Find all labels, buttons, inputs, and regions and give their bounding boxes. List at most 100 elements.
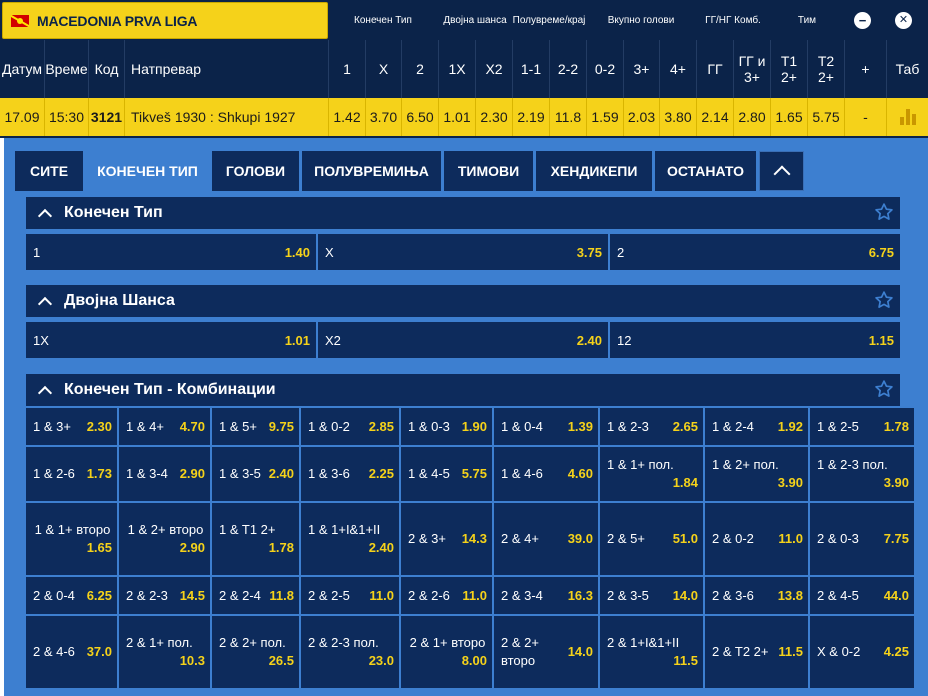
- section-combinations-header[interactable]: Конечен Тип - Комбинации: [26, 374, 900, 406]
- combo-bet-option[interactable]: 2 & 0-2 11.0: [705, 503, 808, 575]
- odd-t1-2plus[interactable]: 1.65: [770, 98, 807, 136]
- star-icon[interactable]: [874, 202, 894, 222]
- combo-bet-option[interactable]: 2 & 1+I&1+II 11.5: [600, 616, 703, 688]
- odd-0-2[interactable]: 1.59: [586, 98, 623, 136]
- tab-all[interactable]: СИТЕ: [15, 151, 83, 191]
- odd-t2-2plus[interactable]: 5.75: [807, 98, 844, 136]
- odd-x2[interactable]: 2.30: [475, 98, 512, 136]
- combo-bet-option[interactable]: 1 & 1+I&1+II 2.40: [301, 503, 399, 575]
- combo-bet-option[interactable]: 1 & 4-5 5.75: [401, 447, 492, 501]
- bet-label: 2 & 3-4: [501, 587, 543, 603]
- odd-1x[interactable]: 1.01: [438, 98, 475, 136]
- bet-odd: 11.5: [673, 653, 698, 668]
- combo-bet-option[interactable]: 1 & 0-3 1.90: [401, 408, 492, 445]
- combo-bet-option[interactable]: 2 & 2-3 14.5: [119, 577, 210, 614]
- combo-bet-option[interactable]: 2 & 2-3 пол. 23.0: [301, 616, 399, 688]
- bet-option[interactable]: 1 1.40: [26, 234, 316, 270]
- bet-odd: 1.78: [883, 418, 909, 434]
- combo-bet-option[interactable]: X & 0-2 4.25: [810, 616, 914, 688]
- combo-bet-option[interactable]: 1 & 1+ второ 1.65: [26, 503, 117, 575]
- combo-bet-option[interactable]: 2 & 5+ 51.0: [600, 503, 703, 575]
- bet-option[interactable]: X2 2.40: [318, 322, 608, 358]
- odd-2[interactable]: 6.50: [401, 98, 438, 136]
- star-icon[interactable]: [874, 290, 894, 310]
- stats-button[interactable]: [886, 98, 928, 136]
- combo-bet-option[interactable]: 1 & 5+ 9.75: [212, 408, 299, 445]
- combo-bet-option[interactable]: 2 & 0-4 6.25: [26, 577, 117, 614]
- bet-odd: 11.0: [778, 531, 803, 546]
- match-name[interactable]: Tikveš 1930 : Shkupi 1927: [124, 98, 328, 136]
- combo-bet-option[interactable]: 2 & 4-6 37.0: [26, 616, 117, 688]
- combo-bet-option[interactable]: 1 & 3+ 2.30: [26, 408, 117, 445]
- combo-bet-option[interactable]: 1 & 2+ второ 2.90: [119, 503, 210, 575]
- tab-handicaps[interactable]: ХЕНДИКЕПИ: [536, 151, 652, 191]
- combo-bet-option[interactable]: 1 & 1+ пол. 1.84: [600, 447, 703, 501]
- bet-option[interactable]: X 3.75: [318, 234, 608, 270]
- combo-bet-option[interactable]: 1 & 2-3 2.65: [600, 408, 703, 445]
- combo-bet-option[interactable]: 1 & 3-4 2.90: [119, 447, 210, 501]
- bet-odd: 7.75: [883, 531, 909, 546]
- odd-gg[interactable]: 2.14: [696, 98, 733, 136]
- odd-1-1[interactable]: 2.19: [512, 98, 549, 136]
- bet-option[interactable]: 12 1.15: [610, 322, 900, 358]
- combo-bet-option[interactable]: 2 & 2-5 11.0: [301, 577, 399, 614]
- bet-odd: 8.00: [461, 653, 487, 668]
- combo-bet-option[interactable]: 2 & 4+ 39.0: [494, 503, 598, 575]
- odd-3plus[interactable]: 2.03: [623, 98, 659, 136]
- combo-bet-option[interactable]: 2 & 2-4 11.8: [212, 577, 299, 614]
- col-code[interactable]: Код: [88, 40, 124, 98]
- more-markets-button[interactable]: -: [844, 98, 886, 136]
- odd-1[interactable]: 1.42: [328, 98, 365, 136]
- bet-odd: 37.0: [86, 644, 112, 659]
- tab-final-type[interactable]: КОНЕЧЕН ТИП: [86, 151, 209, 191]
- combo-bet-option[interactable]: 1 & 2+ пол. 3.90: [705, 447, 808, 501]
- tab-goals[interactable]: ГОЛОВИ: [212, 151, 299, 191]
- combo-bet-option[interactable]: 2 & 3-6 13.8: [705, 577, 808, 614]
- combo-bet-option[interactable]: 2 & 1+ пол. 10.3: [119, 616, 210, 688]
- combo-bet-option[interactable]: 2 & 2-6 11.0: [401, 577, 492, 614]
- combo-bet-option[interactable]: 1 & 4+ 4.70: [119, 408, 210, 445]
- combo-bet-option[interactable]: 2 & 2+ пол. 26.5: [212, 616, 299, 688]
- combo-bet-option[interactable]: 2 & 2+ второ 14.0: [494, 616, 598, 688]
- tab-halves[interactable]: ПОЛУВРЕМИЊА: [302, 151, 441, 191]
- star-icon[interactable]: [874, 379, 894, 399]
- combo-bet-option[interactable]: 2 & 0-3 7.75: [810, 503, 914, 575]
- combo-bet-option[interactable]: 2 & 3-4 16.3: [494, 577, 598, 614]
- odd-4plus[interactable]: 3.80: [659, 98, 696, 136]
- col-match[interactable]: Натпревар: [124, 40, 328, 98]
- combo-bet-option[interactable]: 2 & 3+ 14.3: [401, 503, 492, 575]
- combo-bet-option[interactable]: 1 & 0-4 1.39: [494, 408, 598, 445]
- combo-bet-option[interactable]: 1 & 2-5 1.78: [810, 408, 914, 445]
- combo-bet-option[interactable]: 2 & T2 2+ 11.5: [705, 616, 808, 688]
- odd-gg-3plus[interactable]: 2.80: [733, 98, 770, 136]
- close-icon[interactable]: ✕: [895, 12, 912, 29]
- match-code: 3121: [88, 98, 124, 136]
- col-date[interactable]: Датум: [0, 40, 44, 98]
- combo-bet-option[interactable]: 1 & 2-4 1.92: [705, 408, 808, 445]
- combo-bet-option[interactable]: 2 & 3-5 14.0: [600, 577, 703, 614]
- match-row[interactable]: 17.09 15:30 3121 Tikveš 1930 : Shkupi 19…: [0, 98, 928, 136]
- combo-bet-option[interactable]: 1 & 2-3 пол. 3.90: [810, 447, 914, 501]
- combo-bet-option[interactable]: 2 & 1+ второ 8.00: [401, 616, 492, 688]
- league-banner[interactable]: MACEDONIA PRVA LIGA: [2, 2, 328, 39]
- combo-bet-option[interactable]: 1 & 0-2 2.85: [301, 408, 399, 445]
- section-final-type-header[interactable]: Конечен Тип: [26, 197, 900, 229]
- bet-option[interactable]: 2 6.75: [610, 234, 900, 270]
- combo-bet-option[interactable]: 1 & 2-6 1.73: [26, 447, 117, 501]
- tab-teams[interactable]: ТИМОВИ: [444, 151, 533, 191]
- odd-2-2[interactable]: 11.8: [549, 98, 586, 136]
- bet-label: 1 & 3-5: [219, 466, 261, 481]
- combo-bet-option[interactable]: 1 & 4-6 4.60: [494, 447, 598, 501]
- combo-bet-option[interactable]: 1 & 3-6 2.25: [301, 447, 399, 501]
- combo-bet-option[interactable]: 1 & 3-5 2.40: [212, 447, 299, 501]
- minus-icon[interactable]: −: [854, 12, 871, 29]
- tab-other[interactable]: ОСТАНАТО: [655, 151, 756, 191]
- combo-bet-option[interactable]: 2 & 4-5 44.0: [810, 577, 914, 614]
- col-time[interactable]: Време: [44, 40, 88, 98]
- combo-bet-option[interactable]: 1 & T1 2+ 1.78: [212, 503, 299, 575]
- section-double-chance-header[interactable]: Двојна Шанса: [26, 285, 900, 317]
- collapse-tabs-button[interactable]: [759, 151, 804, 191]
- bet-label: 2 & 2-6: [408, 587, 450, 603]
- odd-x[interactable]: 3.70: [365, 98, 401, 136]
- bet-option[interactable]: 1X 1.01: [26, 322, 316, 358]
